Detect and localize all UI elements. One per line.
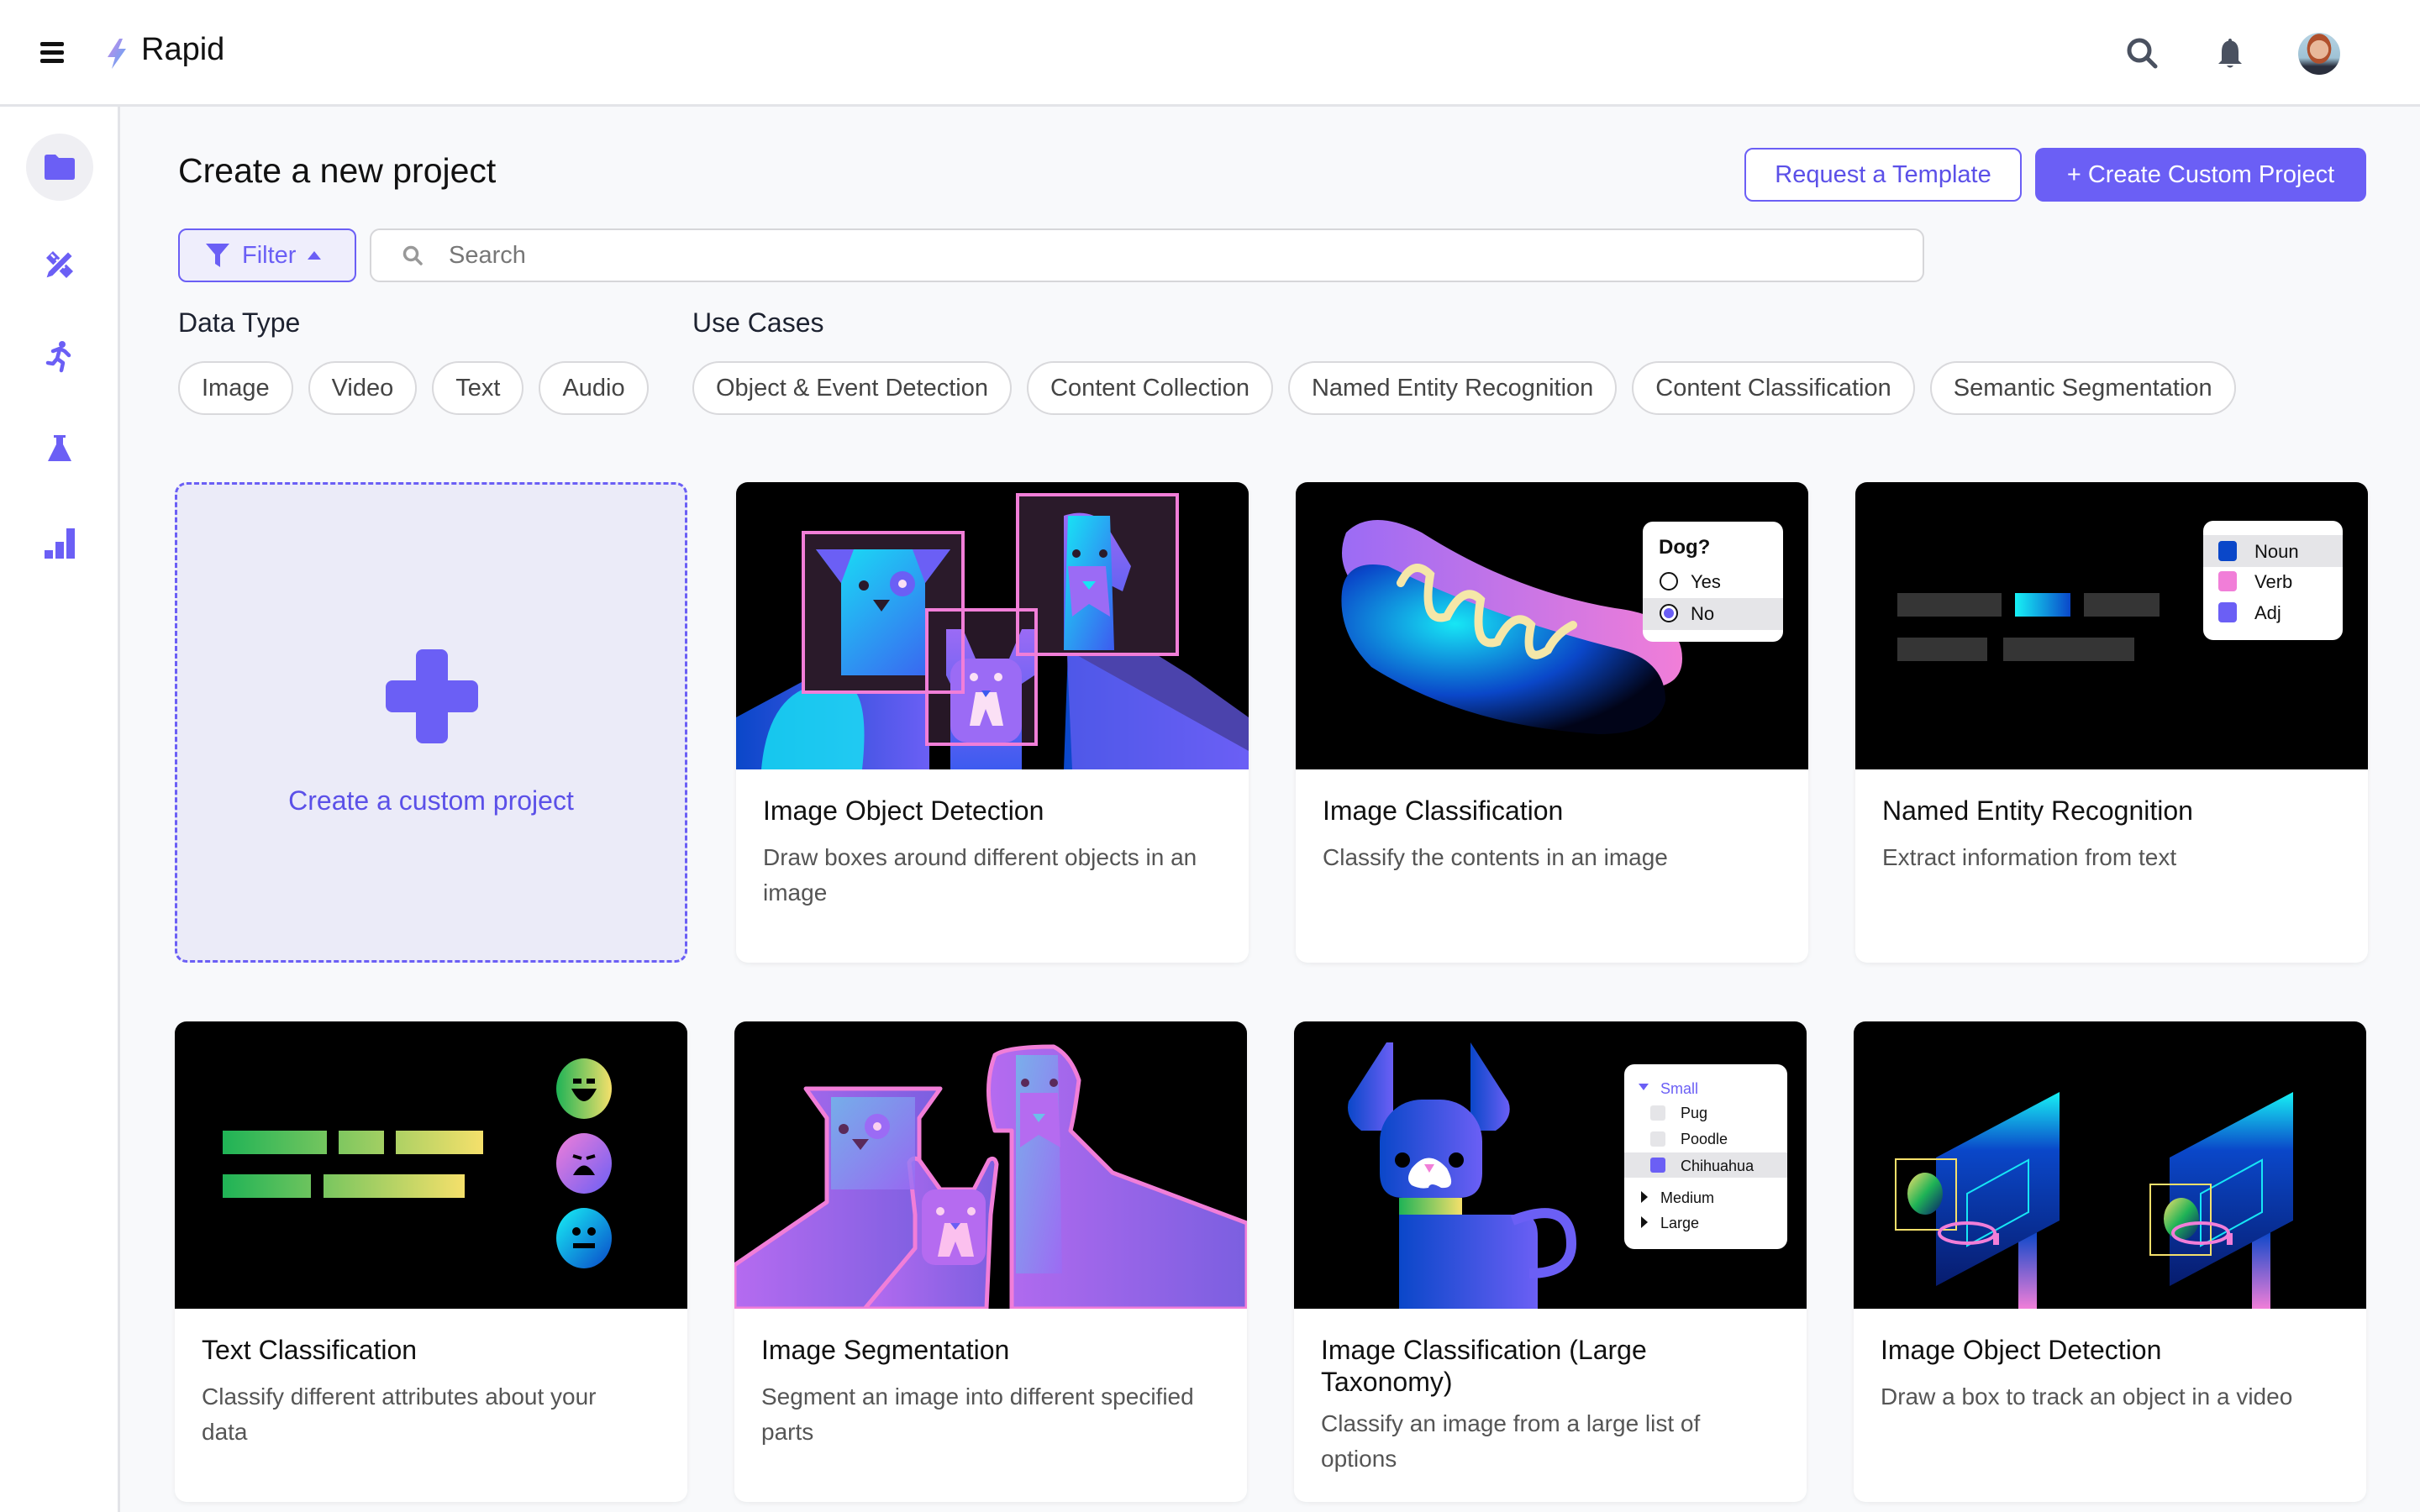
search-icon[interactable] xyxy=(2123,34,2163,74)
overlay-group-medium: Medium xyxy=(1660,1189,1714,1206)
card-title: Image Classification xyxy=(1323,795,1564,826)
card-description: Classify different attributes about your… xyxy=(202,1383,597,1445)
chip-audio[interactable]: Audio xyxy=(539,361,649,415)
overlay-question: Dog? xyxy=(1659,536,1710,559)
chip-named-entity-recognition[interactable]: Named Entity Recognition xyxy=(1287,361,1618,415)
data-type-chips: Image Video Text Audio xyxy=(178,361,649,415)
create-custom-project-button[interactable]: + Create Custom Project xyxy=(2035,148,2366,202)
card-description: Classify an image from a large list of o… xyxy=(1321,1410,1701,1472)
sidebar-item-analytics[interactable] xyxy=(26,510,93,577)
card-description: Draw a box to track an object in a video xyxy=(1881,1383,2293,1410)
request-template-button[interactable]: Request a Template xyxy=(1744,148,2022,202)
chip-semantic-segmentation[interactable]: Semantic Segmentation xyxy=(1929,361,2236,415)
bell-icon[interactable] xyxy=(2210,34,2250,74)
card-thumbnail: Noun Verb Adj xyxy=(1855,482,2368,769)
card-description: Segment an image into different specifie… xyxy=(761,1383,1194,1445)
overlay-label-adj: Adj xyxy=(2254,602,2281,623)
card-title: Image Classification (Large Taxonomy) xyxy=(1321,1335,1647,1397)
card-description: Extract information from text xyxy=(1882,844,2177,870)
template-card-image-object-detection[interactable]: Image Object Detection Draw boxes around… xyxy=(736,482,1249,963)
chip-object-event-detection[interactable]: Object & Event Detection xyxy=(692,361,1012,415)
bar-chart-icon xyxy=(45,528,75,559)
sidebar-item-activity[interactable] xyxy=(26,323,93,391)
overlay-item-poodle: Poodle xyxy=(1681,1131,1728,1147)
caret-up-icon xyxy=(308,251,322,260)
card-thumbnail: Dog? Yes No xyxy=(1296,482,1808,769)
card-thumbnail xyxy=(175,1021,687,1309)
filter-funnel-icon xyxy=(206,244,229,267)
chip-content-classification[interactable]: Content Classification xyxy=(1632,361,1915,415)
card-title: Image Object Detection xyxy=(763,795,1044,826)
card-title: Image Object Detection xyxy=(1881,1335,2162,1365)
card-description: Draw boxes around different objects in a… xyxy=(763,844,1197,906)
ner-illustration: Noun Verb Adj xyxy=(1897,521,2343,661)
running-person-icon xyxy=(45,341,71,373)
app-title: Rapid xyxy=(141,32,225,67)
use-cases-label: Use Cases xyxy=(692,307,824,338)
card-description: Classify the contents in an image xyxy=(1323,844,1668,870)
template-card-video-object-detection[interactable]: Image Object Detection Draw a box to tra… xyxy=(1854,1021,2366,1502)
sidebar xyxy=(0,107,120,1512)
avatar[interactable] xyxy=(2298,33,2340,75)
top-bar: Rapid xyxy=(0,0,2420,107)
pencil-ruler-icon xyxy=(44,249,75,281)
card-thumbnail xyxy=(1854,1021,2366,1309)
overlay-item-chihuahua: Chihuahua xyxy=(1681,1158,1754,1174)
template-card-image-segmentation[interactable]: Image Segmentation Segment an image into… xyxy=(734,1021,1247,1502)
chip-image[interactable]: Image xyxy=(178,361,293,415)
overlay-label-noun: Noun xyxy=(2254,541,2299,562)
card-title: Named Entity Recognition xyxy=(1882,795,2193,826)
chihuahua-taxonomy-illustration: Small Pug Poodle Chihuahua Medium Large xyxy=(1348,1042,1787,1309)
chip-video[interactable]: Video xyxy=(308,361,418,415)
use-case-chips: Object & Event Detection Content Collect… xyxy=(692,361,2236,415)
text-sentiment-illustration xyxy=(223,1058,612,1268)
card-thumbnail xyxy=(734,1021,1247,1309)
template-card-named-entity-recognition[interactable]: Noun Verb Adj Named Entity Recognition E… xyxy=(1855,482,2368,963)
dogs-segmentation-illustration xyxy=(734,1044,1247,1309)
overlay-group-small: Small xyxy=(1660,1080,1698,1097)
sidebar-item-design-tools[interactable] xyxy=(26,231,93,298)
hotdog-classification-illustration: Dog? Yes No xyxy=(1341,520,1783,734)
menu-icon[interactable] xyxy=(40,42,64,63)
card-thumbnail: Small Pug Poodle Chihuahua Medium Large xyxy=(1294,1021,1807,1309)
template-card-image-classification-large-taxonomy[interactable]: Small Pug Poodle Chihuahua Medium Large … xyxy=(1294,1021,1807,1502)
card-title: Image Segmentation xyxy=(761,1335,1010,1365)
sidebar-item-projects[interactable] xyxy=(26,134,93,201)
template-card-image-classification[interactable]: Dog? Yes No Image Classification Classif… xyxy=(1296,482,1808,963)
overlay-group-large: Large xyxy=(1660,1215,1699,1231)
filter-label: Filter xyxy=(242,241,297,269)
folder-icon xyxy=(45,155,75,180)
basketball-tracking-illustration xyxy=(1895,1092,2293,1309)
lightning-logo-icon xyxy=(108,39,126,69)
data-type-label: Data Type xyxy=(178,307,301,338)
search-field[interactable] xyxy=(370,228,1924,282)
overlay-option-no: No xyxy=(1691,603,1714,624)
card-title: Text Classification xyxy=(202,1335,418,1365)
create-custom-project-card[interactable]: Create a custom project xyxy=(175,482,687,963)
search-input[interactable] xyxy=(449,241,1877,270)
sidebar-item-experiments[interactable] xyxy=(26,416,93,483)
card-thumbnail xyxy=(736,482,1249,769)
chip-text[interactable]: Text xyxy=(432,361,524,415)
overlay-label-verb: Verb xyxy=(2254,571,2292,592)
page-title: Create a new project xyxy=(178,151,497,190)
chip-content-collection[interactable]: Content Collection xyxy=(1027,361,1273,415)
search-icon xyxy=(402,245,423,265)
dogs-detection-illustration xyxy=(736,493,1249,769)
flask-icon xyxy=(48,435,71,461)
create-custom-project-label: Create a custom project xyxy=(288,785,574,816)
filter-button[interactable]: Filter xyxy=(178,228,356,282)
overlay-item-pug: Pug xyxy=(1681,1105,1707,1121)
template-card-text-classification[interactable]: Text Classification Classify different a… xyxy=(175,1021,687,1502)
overlay-option-yes: Yes xyxy=(1691,571,1721,592)
plus-icon xyxy=(386,649,478,743)
